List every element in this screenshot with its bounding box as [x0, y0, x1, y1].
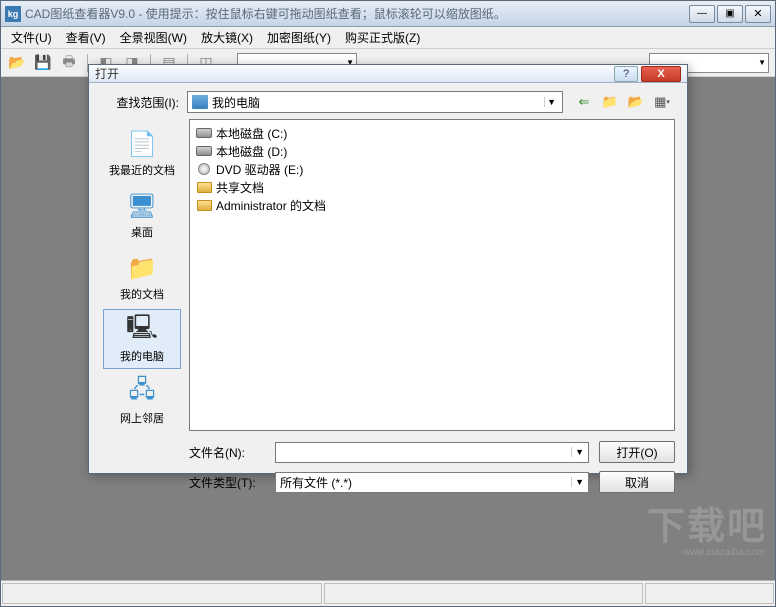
menubar: 文件(U) 查看(V) 全景视图(W) 放大镜(X) 加密图纸(Y) 购买正式版… [1, 27, 775, 49]
list-item[interactable]: 本地磁盘 (C:) [194, 124, 670, 142]
statusbar [1, 580, 775, 606]
drive-icon [196, 144, 212, 158]
mydocs-icon: 📁 [126, 252, 158, 284]
close-button[interactable]: ✕ [745, 5, 771, 23]
dialog-close-button[interactable]: X [641, 66, 681, 82]
window-title: CAD图纸查看器V9.0 - 使用提示：按住鼠标右键可拖动图纸查看；鼠标滚轮可以… [25, 5, 689, 22]
print-icon[interactable]: 🖶 [59, 53, 79, 73]
open-icon[interactable]: 📂 [7, 53, 27, 73]
list-item[interactable]: DVD 驱动器 (E:) [194, 160, 670, 178]
filetype-dropdown[interactable]: 所有文件 (*.*) ▼ [275, 472, 589, 493]
minimize-button[interactable]: — [689, 5, 715, 23]
filename-label: 文件名(N): [189, 444, 265, 461]
menu-buy[interactable]: 购买正式版(Z) [339, 27, 426, 48]
file-list[interactable]: 本地磁盘 (C:) 本地磁盘 (D:) DVD 驱动器 (E:) 共享文档 Ad… [189, 119, 675, 431]
main-titlebar: kg CAD图纸查看器V9.0 - 使用提示：按住鼠标右键可拖动图纸查看；鼠标滚… [1, 1, 775, 27]
watermark-url: www.xiazaiba.com [683, 547, 765, 558]
filetype-label: 文件类型(T): [189, 474, 265, 491]
open-dialog: 打开 ? X 查找范围(I): 我的电脑 ▼ ⇐ 📁 📂 ▦▾ 📄 我最近的文档 [88, 64, 688, 474]
chevron-down-icon: ▼ [544, 97, 558, 107]
filename-input[interactable]: ▼ [275, 442, 589, 463]
lookin-dropdown[interactable]: 我的电脑 ▼ [187, 91, 563, 113]
drive-icon [196, 126, 212, 140]
place-desktop[interactable]: 🖥 桌面 [103, 185, 181, 245]
watermark: 下载吧 [647, 495, 767, 550]
dvd-icon [196, 162, 212, 176]
place-mydocs[interactable]: 📁 我的文档 [103, 247, 181, 307]
computer-icon [192, 95, 208, 109]
chevron-down-icon: ▼ [571, 447, 584, 457]
place-recent[interactable]: 📄 我最近的文档 [103, 123, 181, 183]
places-bar: 📄 我最近的文档 🖥 桌面 📁 我的文档 🖳 我的电脑 🖧 网上邻 [101, 119, 183, 431]
list-item[interactable]: Administrator 的文档 [194, 196, 670, 214]
chevron-down-icon: ▼ [571, 477, 584, 487]
list-item[interactable]: 共享文档 [194, 178, 670, 196]
lookin-value: 我的电脑 [212, 94, 544, 111]
views-icon[interactable]: ▦▾ [653, 93, 671, 111]
recent-icon: 📄 [126, 128, 158, 160]
status-cell [645, 583, 774, 604]
open-button[interactable]: 打开(O) [599, 441, 675, 463]
back-icon[interactable]: ⇐ [575, 93, 593, 111]
status-cell [324, 583, 644, 604]
app-icon: kg [5, 6, 21, 22]
menu-file[interactable]: 文件(U) [5, 27, 58, 48]
place-mycomputer[interactable]: 🖳 我的电脑 [103, 309, 181, 369]
status-cell [2, 583, 322, 604]
save-icon[interactable]: 💾 [33, 53, 53, 73]
maximize-button[interactable]: ▣ [717, 5, 743, 23]
help-button[interactable]: ? [614, 66, 638, 82]
cancel-button[interactable]: 取消 [599, 471, 675, 493]
mycomputer-icon: 🖳 [126, 314, 158, 346]
up-icon[interactable]: 📁 [601, 93, 619, 111]
menu-panorama[interactable]: 全景视图(W) [114, 27, 193, 48]
list-item[interactable]: 本地磁盘 (D:) [194, 142, 670, 160]
menu-encrypt[interactable]: 加密图纸(Y) [261, 27, 337, 48]
desktop-icon: 🖥 [126, 190, 158, 222]
folder-icon [196, 198, 212, 212]
new-folder-icon[interactable]: 📂 [627, 93, 645, 111]
menu-view[interactable]: 查看(V) [60, 27, 112, 48]
dialog-titlebar: 打开 ? X [89, 65, 687, 83]
dialog-title: 打开 [95, 65, 614, 82]
network-icon: 🖧 [126, 376, 158, 408]
place-network[interactable]: 🖧 网上邻居 [103, 371, 181, 431]
menu-magnifier[interactable]: 放大镜(X) [195, 27, 259, 48]
folder-icon [196, 180, 212, 194]
lookin-label: 查找范围(I): [101, 94, 179, 111]
